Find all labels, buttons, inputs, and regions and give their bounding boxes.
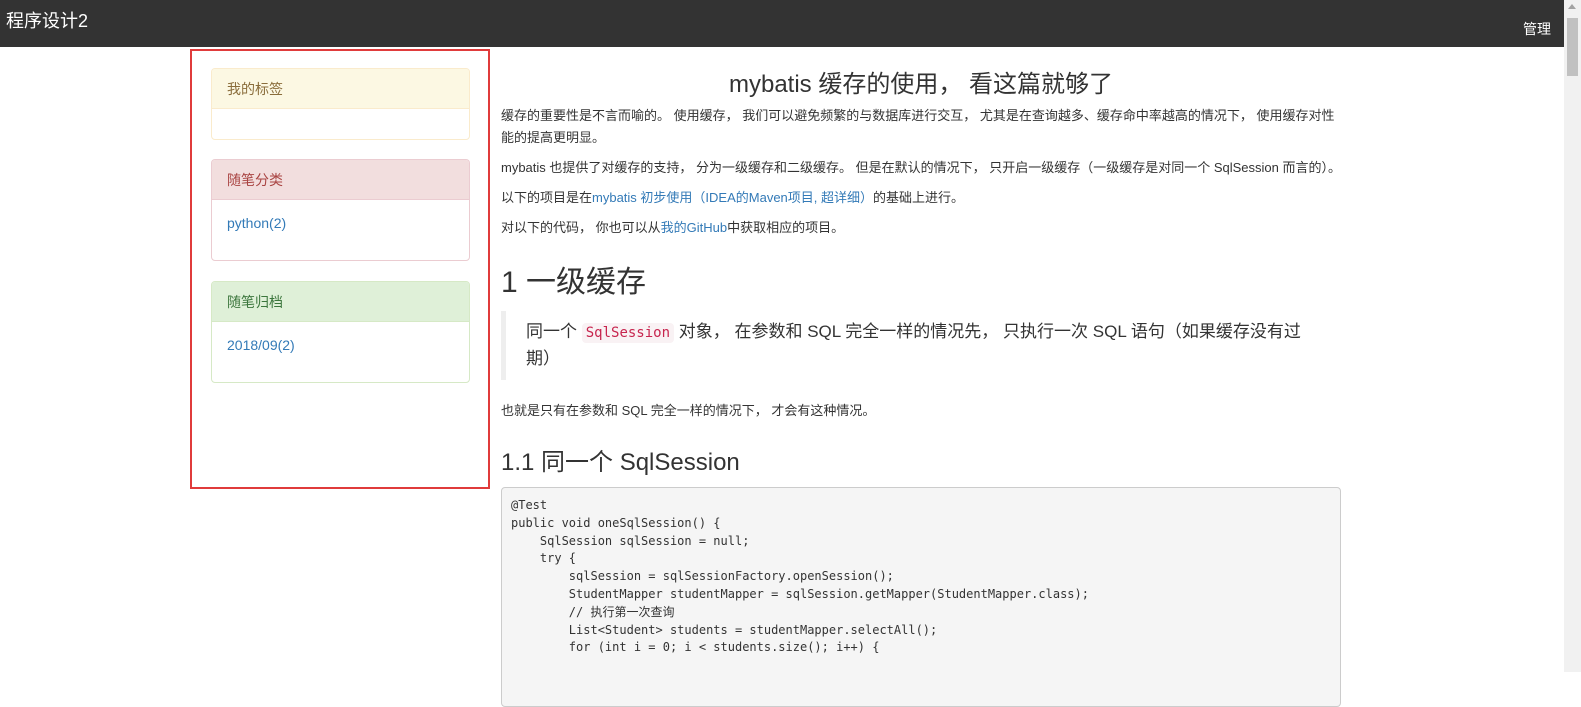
text: 以下的项目是在 <box>501 190 593 205</box>
paragraph-project-base: 以下的项目是在mybatis 初步使用（IDEA的Maven项目, 超详细）的基… <box>501 187 1341 209</box>
code-line: SqlSession sqlSession = null; <box>511 533 750 548</box>
paragraph-mybatis-cache: mybatis 也提供了对缓存的支持， 分为一级缓存和二级缓存。 但是在默认的情… <box>501 160 1341 175</box>
text: 的基础上进行。 <box>873 190 965 205</box>
scroll-up-icon[interactable] <box>1568 4 1576 9</box>
subsection-heading-same-sqlsession: 1.1 同一个 SqlSession <box>501 449 740 476</box>
article-title[interactable]: mybatis 缓存的使用， 看这篇就够了 <box>501 64 1341 99</box>
code-line: try { <box>511 551 577 566</box>
code-line: public void oneSqlSession() { <box>511 515 721 530</box>
paragraph-condition: 也就是只有在参数和 SQL 完全一样的情况下， 才会有这种情况。 <box>501 403 876 418</box>
code-block: @Test public void oneSqlSession() { SqlSe… <box>501 487 1341 707</box>
site-title[interactable]: 程序设计2 <box>6 7 88 33</box>
code-line: StudentMapper studentMapper = sqlSession… <box>511 586 1089 601</box>
mybatis-intro-link[interactable]: mybatis 初步使用（IDEA的Maven项目, 超详细） <box>592 190 873 205</box>
code-line: for (int i = 0; i < students.size(); i++… <box>511 640 880 655</box>
archive-panel-body: 2018/09(2) <box>212 322 469 368</box>
github-link[interactable]: 我的GitHub <box>661 220 727 235</box>
categories-panel: 随笔分类 python(2) <box>211 159 470 261</box>
tags-panel-body <box>212 109 469 139</box>
blockquote: 同一个 SqlSession 对象， 在参数和 SQL 完全一样的情况先， 只执… <box>501 311 1341 380</box>
archive-link-2018-09[interactable]: 2018/09(2) <box>227 337 295 353</box>
code-line: @Test <box>511 498 548 512</box>
text: 同一个 <box>526 322 582 341</box>
code-line: // 执行第一次查询 <box>511 604 675 619</box>
tags-panel: 我的标签 <box>211 68 470 140</box>
categories-panel-heading: 随笔分类 <box>212 160 469 200</box>
archive-panel-heading: 随笔归档 <box>212 282 469 322</box>
text: 对以下的代码， 你也可以从 <box>501 220 661 235</box>
code-line: sqlSession = sqlSessionFactory.openSessi… <box>511 569 894 584</box>
top-navbar: 程序设计2 管理 <box>0 0 1581 47</box>
article: mybatis 缓存的使用， 看这篇就够了 缓存的重要性是不言而喻的。 使用缓存… <box>501 60 1341 707</box>
paragraph-github: 对以下的代码， 你也可以从我的GitHub中获取相应的项目。 <box>501 217 1341 239</box>
admin-link[interactable]: 管理 <box>1523 19 1551 39</box>
tags-panel-heading: 我的标签 <box>212 69 469 109</box>
archive-panel: 随笔归档 2018/09(2) <box>211 281 470 383</box>
paragraph-cache-importance: 缓存的重要性是不言而喻的。 使用缓存， 我们可以避免频繁的与数据库进行交互， 尤… <box>501 108 1335 145</box>
code-line: List<Student> students = studentMapper.s… <box>511 622 938 637</box>
page-scrollbar[interactable] <box>1564 0 1581 672</box>
text: 中获取相应的项目。 <box>727 220 845 235</box>
section-heading-level1-cache: 1 一级缓存 <box>501 266 647 299</box>
inline-code: SqlSession <box>581 323 675 343</box>
scrollbar-thumb[interactable] <box>1567 18 1578 76</box>
category-link-python[interactable]: python(2) <box>227 215 286 231</box>
categories-panel-body: python(2) <box>212 200 469 246</box>
